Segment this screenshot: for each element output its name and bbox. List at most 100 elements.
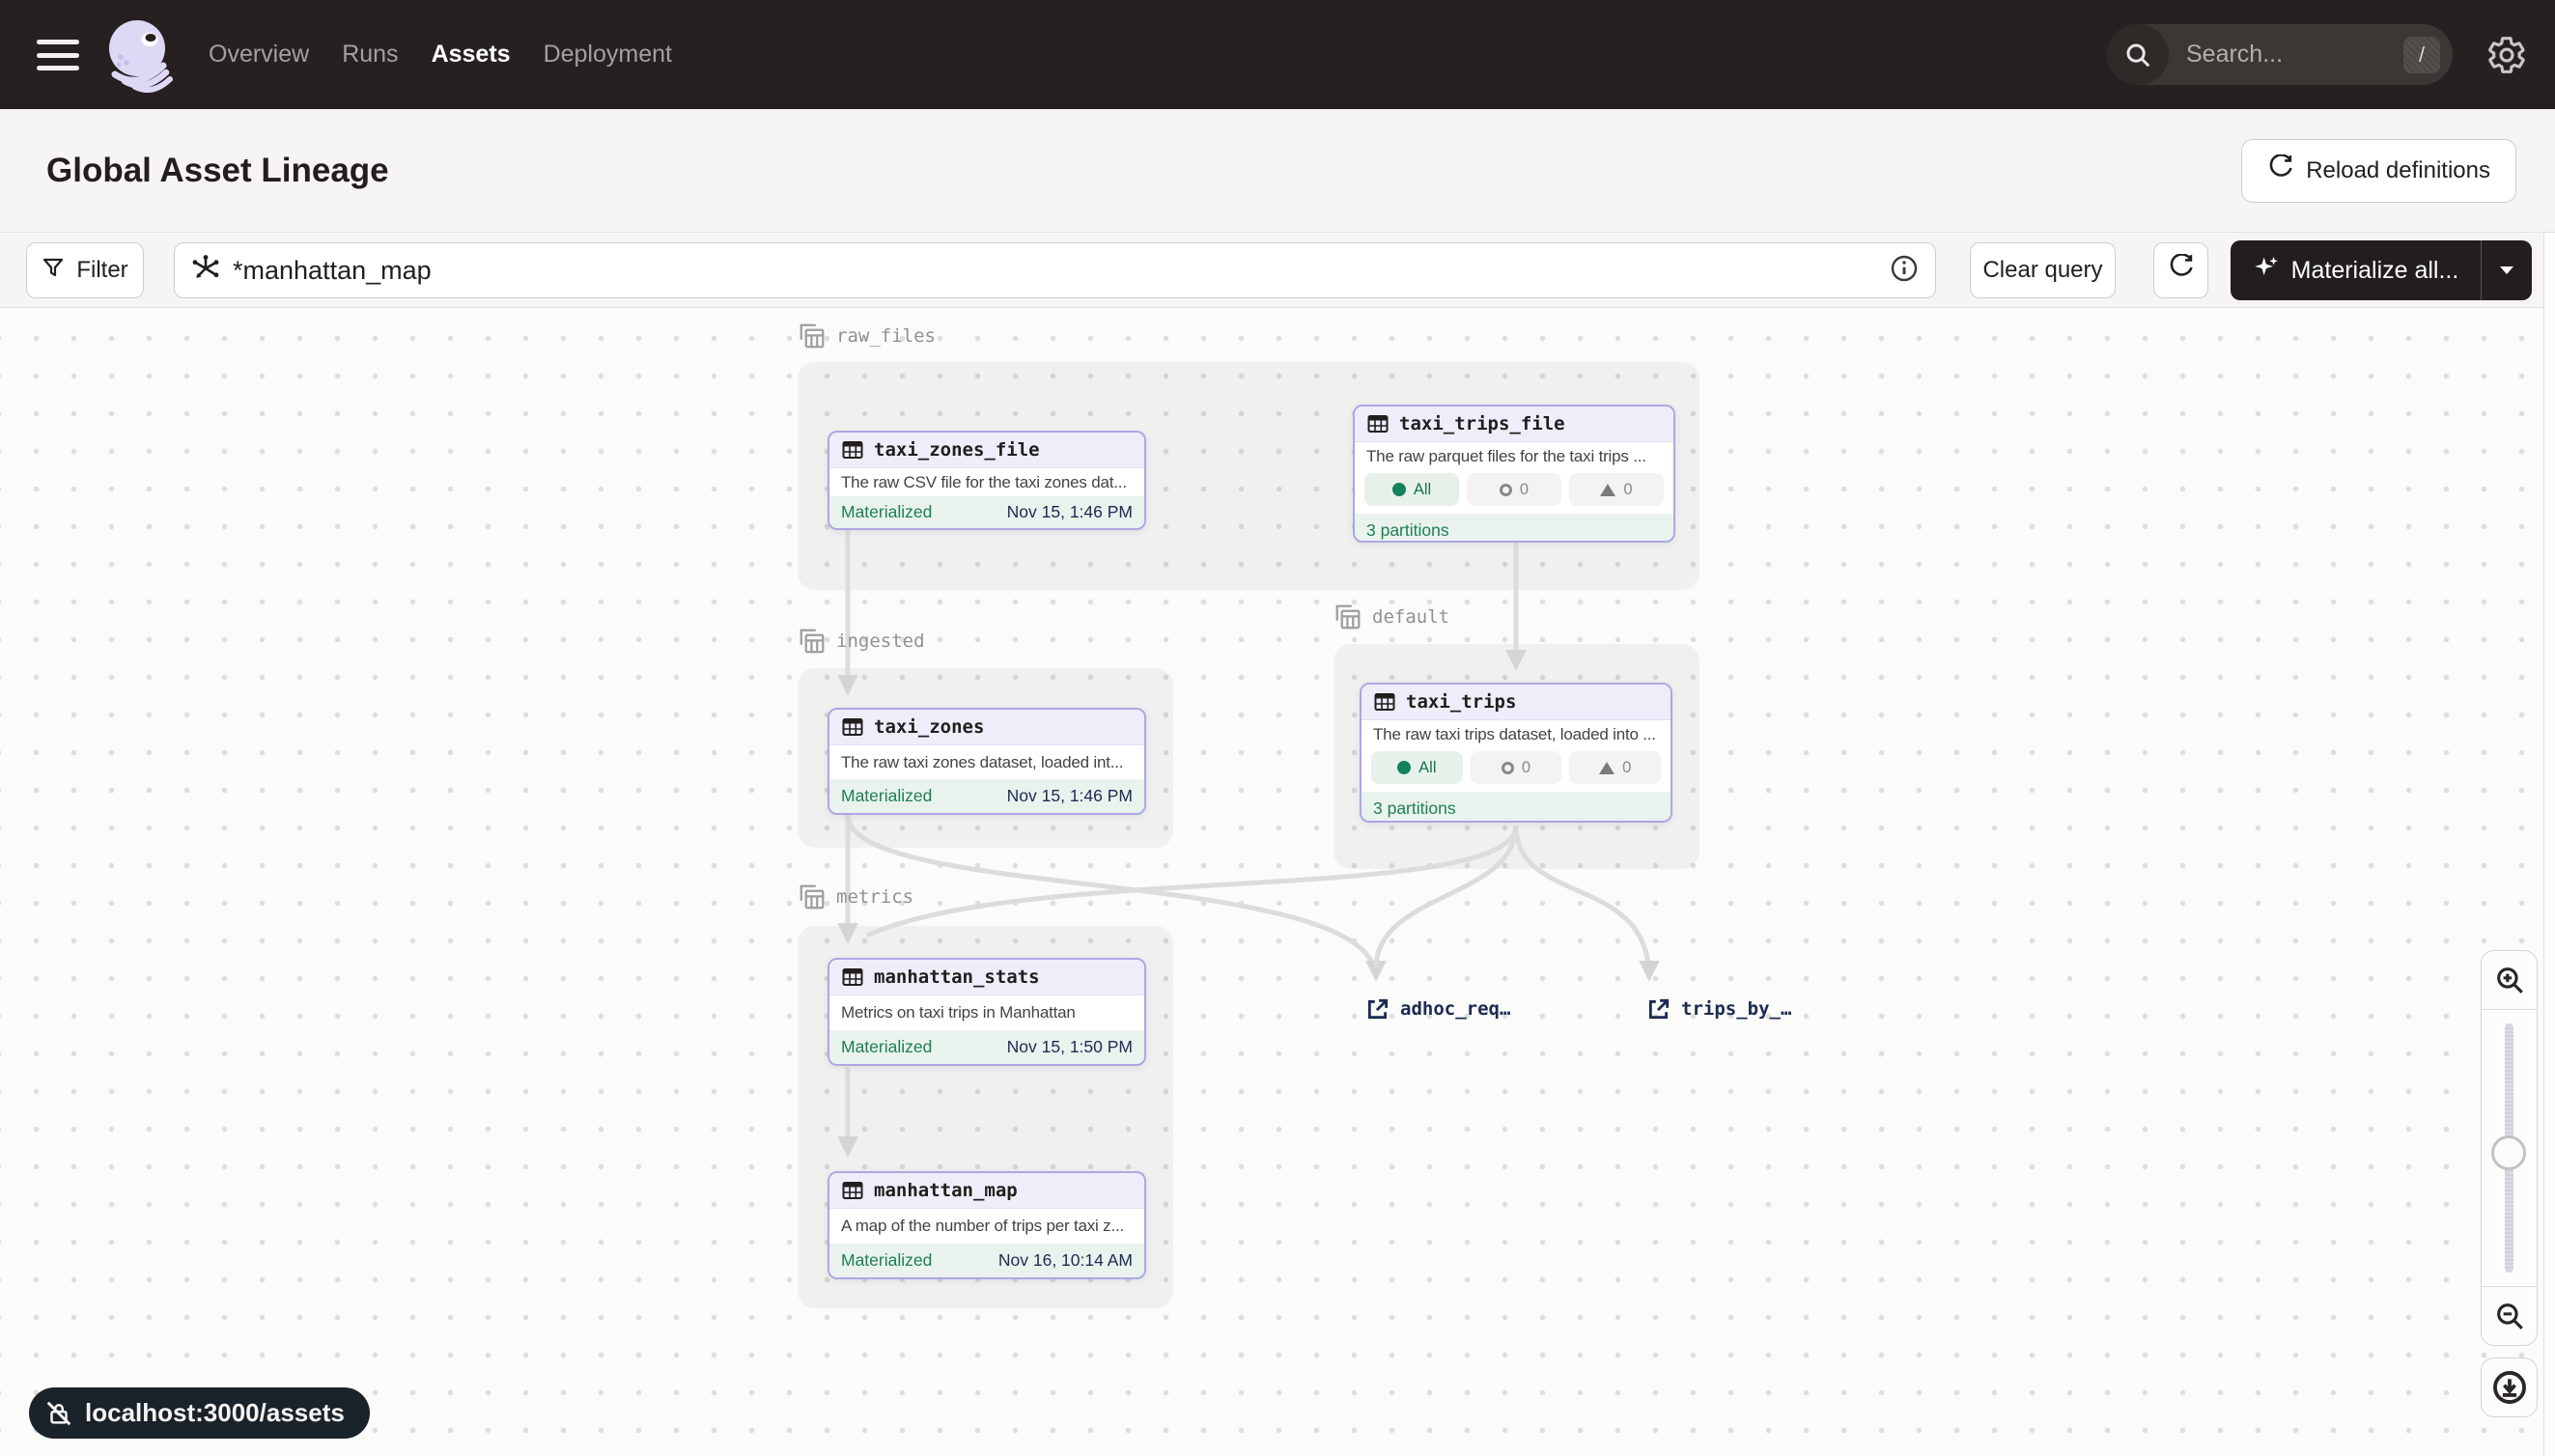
nav-overview[interactable]: Overview — [209, 41, 309, 69]
status-badge: Materialized — [841, 1250, 932, 1271]
asset-description: A map of the number of trips per taxi z.… — [829, 1209, 1144, 1244]
asset-node-taxi-zones-file[interactable]: taxi_zones_file The raw CSV file for the… — [828, 431, 1146, 530]
insecure-lock-icon — [44, 1399, 73, 1428]
nav-deployment[interactable]: Deployment — [544, 41, 672, 69]
reload-definitions-button[interactable]: Reload definitions — [2241, 139, 2516, 203]
table-icon — [1366, 412, 1390, 435]
table-icon — [841, 1179, 864, 1202]
group-name: ingested — [836, 630, 925, 652]
partitions-failed-badge[interactable]: 0 — [1471, 751, 1562, 784]
external-link-icon — [1646, 996, 1671, 1022]
refresh-graph-button[interactable] — [2153, 242, 2208, 298]
partitions-materialized-badge[interactable]: All — [1364, 473, 1459, 506]
partitions-missing-badge[interactable]: 0 — [1569, 473, 1664, 506]
group-label-raw-files[interactable]: raw_files — [798, 322, 936, 350]
materialize-all-main[interactable]: Materialize all... — [2231, 240, 2481, 300]
clear-query-button[interactable]: Clear query — [1970, 242, 2116, 298]
missing-triangle-icon — [1599, 762, 1614, 774]
group-label-default[interactable]: default — [1334, 602, 1449, 631]
asset-description: The raw parquet files for the taxi trips… — [1355, 442, 1673, 471]
clear-query-label: Clear query — [1982, 257, 2102, 284]
materialize-all-button[interactable]: Materialize all... — [2231, 240, 2532, 300]
reload-definitions-label: Reload definitions — [2306, 157, 2490, 184]
search-shortcut-key: / — [2403, 37, 2440, 73]
zoom-slider-thumb[interactable] — [2491, 1135, 2526, 1170]
reload-icon — [2267, 154, 2294, 188]
zoom-in-button[interactable] — [2482, 951, 2537, 1009]
badge-label: All — [1418, 759, 1436, 777]
partitions-failed-badge[interactable]: 0 — [1467, 473, 1561, 506]
badge-label: 0 — [1522, 759, 1530, 777]
status-url-text: localhost:3000/assets — [85, 1398, 345, 1428]
materialize-dropdown-caret[interactable] — [2482, 240, 2532, 300]
external-asset-adhoc-request[interactable]: adhoc_req… — [1365, 996, 1510, 1022]
zoom-in-icon — [2493, 964, 2526, 996]
table-icon — [841, 438, 864, 462]
edge — [867, 826, 1516, 936]
lineage-canvas[interactable]: raw_files ingested default metrics — [0, 308, 2555, 1456]
partitions-count: 3 partitions — [1355, 514, 1673, 543]
materialization-timestamp: Nov 15, 1:46 PM — [1007, 786, 1133, 806]
partitions-missing-badge[interactable]: 0 — [1569, 751, 1661, 784]
group-label-ingested[interactable]: ingested — [798, 627, 925, 656]
group-label-metrics[interactable]: metrics — [798, 882, 913, 911]
asset-node-taxi-trips[interactable]: taxi_trips The raw taxi trips dataset, l… — [1360, 683, 1672, 823]
table-icon — [841, 715, 864, 739]
filter-label: Filter — [76, 257, 127, 284]
badge-label: 0 — [1520, 481, 1529, 499]
asset-name: adhoc_req… — [1400, 998, 1510, 1020]
asset-name: manhattan_map — [874, 1180, 1018, 1201]
failed-ring-icon — [1500, 484, 1512, 496]
asset-name: taxi_trips_file — [1399, 413, 1565, 434]
asset-node-taxi-trips-file[interactable]: taxi_trips_file The raw parquet files fo… — [1353, 405, 1675, 543]
arrow-down-circle-icon — [2491, 1369, 2528, 1406]
materialize-all-label: Materialize all... — [2291, 257, 2459, 285]
zoom-slider-track[interactable] — [2505, 1023, 2513, 1273]
page-header: Global Asset Lineage Reload definitions — [0, 109, 2555, 233]
asset-selection-value: *manhattan_map — [233, 256, 1889, 286]
filter-button[interactable]: Filter — [26, 242, 144, 298]
lineage-selector-icon — [190, 253, 221, 289]
asset-description: The raw CSV file for the taxi zones dat.… — [829, 468, 1144, 496]
zoom-slider[interactable] — [2482, 1009, 2537, 1287]
refresh-icon — [2168, 254, 2195, 288]
search-placeholder: Search... — [2186, 41, 2403, 69]
nav-assets[interactable]: Assets — [432, 41, 511, 69]
asset-node-taxi-zones[interactable]: taxi_zones The raw taxi zones dataset, l… — [828, 708, 1146, 815]
badge-label: All — [1414, 481, 1431, 499]
asset-node-manhattan-map[interactable]: manhattan_map A map of the number of tri… — [828, 1171, 1146, 1279]
badge-label: 0 — [1622, 759, 1631, 777]
partitions-count: 3 partitions — [1362, 792, 1671, 823]
materialized-dot-icon — [1392, 483, 1406, 496]
partition-health-badges: All 0 0 — [1362, 749, 1671, 792]
zoom-out-icon — [2493, 1300, 2526, 1332]
page-title: Global Asset Lineage — [46, 152, 389, 190]
missing-triangle-icon — [1600, 484, 1615, 496]
hamburger-menu-icon[interactable] — [37, 40, 79, 70]
settings-gear-icon[interactable] — [2486, 35, 2527, 75]
partitions-materialized-badge[interactable]: All — [1371, 751, 1463, 784]
zoom-out-button[interactable] — [2482, 1287, 2537, 1345]
asset-name: trips_by_… — [1681, 998, 1791, 1020]
vertical-scrollbar[interactable] — [2543, 233, 2555, 1456]
search-input[interactable]: Search... / — [2107, 24, 2453, 85]
materialization-timestamp: Nov 16, 10:14 AM — [998, 1250, 1133, 1271]
asset-selection-input[interactable]: *manhattan_map — [174, 242, 1936, 298]
asset-description: The raw taxi trips dataset, loaded into … — [1362, 720, 1671, 749]
asset-name: taxi_trips — [1406, 691, 1516, 713]
badge-label: 0 — [1623, 481, 1632, 499]
lineage-edges — [0, 308, 2555, 1456]
nav-runs[interactable]: Runs — [342, 41, 398, 69]
funnel-icon — [42, 256, 65, 286]
recenter-view-button[interactable] — [2481, 1358, 2538, 1417]
partition-health-badges: All 0 0 — [1355, 471, 1673, 514]
search-icon — [2107, 24, 2169, 85]
asset-node-manhattan-stats[interactable]: manhattan_stats Metrics on taxi trips in… — [828, 958, 1146, 1066]
query-info-icon[interactable] — [1889, 253, 1920, 289]
asset-name: taxi_zones_file — [874, 439, 1040, 461]
table-icon — [1373, 690, 1396, 714]
group-name: default — [1372, 606, 1449, 628]
materialized-dot-icon — [1397, 761, 1411, 774]
lineage-toolbar: Filter *manhattan_map Clear query — [0, 233, 2555, 308]
external-asset-trips-by[interactable]: trips_by_… — [1646, 996, 1791, 1022]
